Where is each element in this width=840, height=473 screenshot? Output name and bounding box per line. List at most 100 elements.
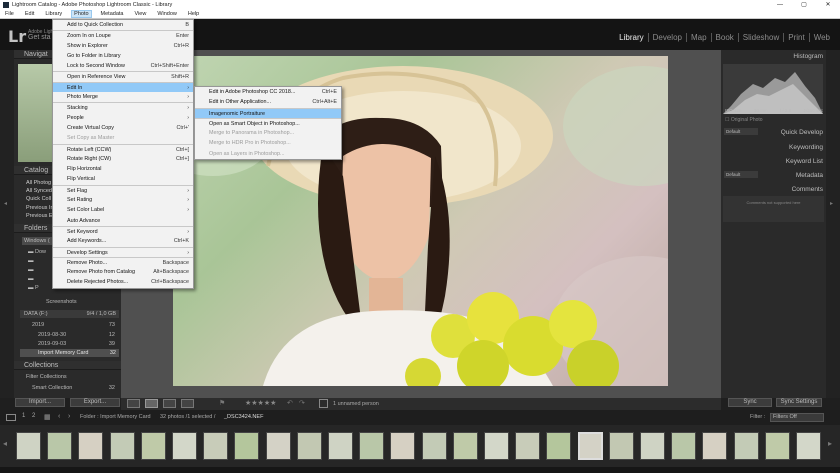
module-print[interactable]: Print — [783, 33, 808, 42]
filmstrip-thumbnail[interactable] — [359, 432, 385, 460]
filmstrip-thumbnail[interactable] — [140, 432, 166, 460]
module-develop[interactable]: Develop — [647, 33, 686, 42]
filmstrip-thumbnail[interactable] — [328, 432, 353, 460]
folder-item[interactable]: ▬ Dow — [28, 248, 46, 257]
photo-menu-item[interactable]: Delete Rejected Photos... Ctrl+Backspace — [53, 277, 193, 287]
menu-photo[interactable]: Photo — [71, 10, 92, 18]
secondary-display-icon[interactable] — [6, 414, 16, 421]
minimize-button[interactable]: — — [768, 0, 792, 10]
page-1[interactable]: 1 — [22, 413, 25, 419]
photo-menu-item[interactable]: Flip Vertical — [53, 174, 193, 184]
filmstrip-thumbnail[interactable] — [515, 432, 541, 460]
photo-menu-item[interactable]: Flip Horizontal — [53, 164, 193, 174]
folder-item[interactable]: ▬ — [28, 257, 46, 266]
photo-menu-item[interactable]: Set Keyword › — [53, 225, 193, 236]
folder-screenshots[interactable]: Screenshots — [46, 299, 77, 305]
forward-icon[interactable]: › — [68, 413, 70, 420]
preset-select[interactable]: Default — [724, 128, 758, 135]
filmstrip-thumbnail[interactable] — [764, 432, 790, 460]
photo-menu-item[interactable]: Lock to Second Window Ctrl+Shift+Enter — [53, 61, 193, 71]
edit-in-menu-item[interactable]: Open as Smart Object in Photoshop... — [195, 117, 341, 128]
filmstrip-thumbnail[interactable] — [172, 432, 197, 460]
photo-menu-item[interactable]: Set Color Label › — [53, 205, 193, 215]
folder-item[interactable]: ▬ P — [28, 284, 46, 293]
filmstrip-thumbnail[interactable] — [640, 432, 665, 460]
filmstrip-thumbnail[interactable] — [608, 432, 634, 460]
catalog-item[interactable]: All Synced — [26, 187, 55, 195]
back-icon[interactable]: ‹ — [58, 413, 60, 420]
survey-view-icon[interactable] — [181, 399, 194, 408]
menu-edit[interactable]: Edit — [23, 11, 36, 17]
module-book[interactable]: Book — [710, 33, 738, 42]
rating-stars[interactable]: ★★★★★ — [245, 399, 276, 407]
people-icon[interactable] — [319, 399, 328, 408]
histogram-header[interactable]: Histogram — [721, 52, 826, 62]
rotate-right-icon[interactable]: ↷ — [299, 399, 305, 407]
filmstrip-thumbnail[interactable] — [109, 432, 135, 460]
left-panel-edge[interactable]: ◂ — [0, 50, 14, 398]
module-web[interactable]: Web — [808, 33, 834, 42]
filmstrip-source[interactable]: Folder : Import Memory Card — [80, 414, 151, 420]
filmstrip-thumbnail[interactable] — [203, 432, 229, 460]
module-map[interactable]: Map — [685, 33, 711, 42]
comments-header[interactable]: Comments — [792, 186, 823, 193]
photo-menu-item[interactable]: Set Flag › — [53, 184, 193, 195]
page-2[interactable]: 2 — [32, 413, 35, 419]
catalog-item[interactable]: Quick Coll — [26, 195, 55, 203]
filmstrip-thumbnail[interactable] — [421, 432, 447, 460]
sync-settings-button[interactable]: Sync Settings — [776, 398, 822, 407]
keywording-header[interactable]: Keywording — [789, 144, 823, 151]
folder-2019[interactable]: 2019 73 — [32, 322, 117, 328]
folder-date[interactable]: 2019-09-03 39 — [38, 341, 117, 347]
menu-file[interactable]: File — [3, 11, 16, 17]
smart-collection[interactable]: Smart Collection 32 — [32, 385, 117, 391]
sync-button[interactable]: Sync — [728, 398, 772, 407]
module-library[interactable]: Library — [615, 33, 647, 42]
filmstrip-thumbnail[interactable] — [78, 432, 104, 460]
photo-menu-item[interactable]: Develop Settings › — [53, 246, 193, 257]
right-panel-edge[interactable]: ▸ — [826, 50, 840, 398]
close-button[interactable]: ✕ — [816, 0, 840, 10]
filmstrip-scroll-right-icon[interactable]: ▸ — [828, 439, 832, 448]
photo-menu-item[interactable]: Remove Photo... Backspace — [53, 256, 193, 267]
flag-icon[interactable]: ⚑ — [219, 399, 225, 407]
photo-menu-item[interactable]: Go to Folder in Library — [53, 51, 193, 61]
filmstrip-thumbnail[interactable] — [296, 432, 322, 460]
menu-view[interactable]: View — [132, 11, 148, 17]
photo-menu-item[interactable]: Photo Merge › — [53, 92, 193, 102]
menu-library[interactable]: Library — [43, 11, 64, 17]
photo-menu-item[interactable]: People › — [53, 113, 193, 123]
metadata-preset-select[interactable]: Default — [724, 171, 758, 178]
edit-in-menu-item[interactable]: Imagenomic Portraiture — [195, 107, 341, 118]
rotate-left-icon[interactable]: ↶ — [287, 399, 293, 407]
collapse-right-icon[interactable]: ▸ — [830, 200, 833, 207]
compare-view-icon[interactable] — [163, 399, 176, 408]
photo-menu-item[interactable]: Rotate Right (CW) Ctrl+] — [53, 154, 193, 164]
photo-menu-item[interactable]: Add Keywords... Ctrl+K — [53, 236, 193, 246]
module-slideshow[interactable]: Slideshow — [737, 33, 783, 42]
filmstrip-thumbnail[interactable] — [546, 432, 572, 460]
collapse-left-icon[interactable]: ◂ — [4, 200, 7, 207]
collections-header[interactable]: Collections — [14, 361, 121, 370]
photo-menu-item[interactable]: Set Rating › — [53, 195, 193, 205]
filmstrip-thumbnail[interactable] — [16, 432, 41, 460]
metadata-header[interactable]: Metadata — [796, 172, 823, 179]
folder-import-memory-card[interactable]: Import Memory Card 32 — [20, 349, 119, 357]
photo-menu-item[interactable]: Edit In › — [53, 81, 193, 93]
filmstrip-thumbnail[interactable] — [484, 432, 509, 460]
filmstrip-thumbnail[interactable] — [577, 432, 603, 460]
edit-in-menu-item[interactable]: Edit in Adobe Photoshop CC 2018... Ctrl+E — [195, 87, 341, 97]
photo-menu-item[interactable]: Zoom In on Loupe Enter — [53, 30, 193, 40]
filmstrip-thumbnail[interactable] — [733, 432, 759, 460]
photo-menu-item[interactable]: Auto Advance — [53, 216, 193, 226]
drive-data[interactable]: DATA (F:) 9/4 / 1,0 GB — [20, 310, 119, 318]
catalog-item[interactable]: Previous Ex — [26, 212, 55, 220]
menu-help[interactable]: Help — [186, 11, 201, 17]
photo-menu-item[interactable]: Show in Explorer Ctrl+R — [53, 41, 193, 51]
volume-windows[interactable]: Windows ( — [22, 237, 54, 245]
filmstrip-thumbnail[interactable] — [390, 432, 416, 460]
filter-collections[interactable]: Filter Collections — [26, 374, 67, 380]
filmstrip-thumbnail[interactable] — [234, 432, 260, 460]
keyword-list-header[interactable]: Keyword List — [786, 158, 823, 165]
filmstrip-thumbnail[interactable] — [452, 432, 478, 460]
